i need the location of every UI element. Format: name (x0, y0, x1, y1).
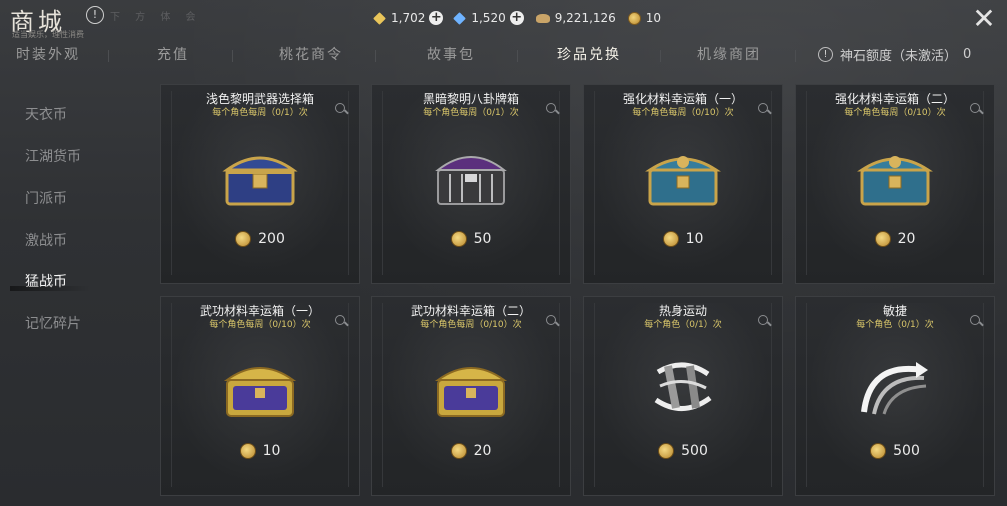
currency-bar: 1,702 + 1,520 + 9,221,126 10 (373, 9, 673, 27)
item-price: 200 (161, 231, 359, 247)
active-indicator (10, 286, 90, 291)
sidebar-item-jianghu-currency[interactable]: 江湖货币 (25, 146, 81, 166)
gold-coin-icon (239, 443, 256, 459)
price-value: 50 (473, 231, 492, 247)
shop-item-card[interactable]: 强化材料幸运箱（二） 每个角色每周（0/10）次 20 (795, 84, 995, 284)
shop-item-card[interactable]: 强化材料幸运箱（一） 每个角色每周（0/10）次 10 (583, 84, 783, 284)
quota-label: 神石额度（未激活） (840, 49, 958, 64)
blue-gold-chest-icon (222, 156, 298, 206)
currency-value: 10 (645, 11, 662, 25)
purple-gold-chest-icon (434, 367, 508, 417)
gold-coin-icon (658, 443, 675, 459)
search-icon[interactable] (758, 315, 770, 327)
price-value: 200 (258, 231, 285, 247)
item-purchase-limit: 每个角色每周（0/1）次 (212, 108, 308, 118)
item-purchase-limit: 每个角色每周（0/1）次 (423, 108, 519, 118)
close-icon[interactable]: ✕ (972, 5, 996, 33)
page-subtitle: 适当娱乐，理性消费 (12, 30, 84, 39)
sidebar-item-battle-coin[interactable]: 激战币 (25, 230, 67, 250)
sidebar-item-tianyi-coin[interactable]: 天衣币 (25, 104, 67, 124)
item-purchase-limit: 每个角色（0/1）次 (856, 320, 934, 330)
price-value: 500 (681, 443, 708, 459)
search-icon[interactable] (970, 103, 982, 115)
price-value: 500 (893, 443, 920, 459)
info-icon[interactable]: ! (86, 6, 104, 24)
currency-silver: 9,221,126 (535, 11, 616, 25)
item-price: 10 (161, 443, 359, 459)
gold-coin-icon (450, 443, 467, 459)
tab-peach-blossom[interactable]: 桃花商令 (279, 44, 343, 64)
tab-treasure-exchange[interactable]: 珍品兑换 (557, 44, 621, 64)
item-purchase-limit: 每个角色每周（0/10）次 (420, 320, 522, 330)
currency-value: 9,221,126 (554, 11, 616, 25)
blue-diamond-icon (453, 11, 467, 25)
item-purchase-limit: 每个角色每周（0/10）次 (844, 108, 946, 118)
shop-item-card[interactable]: 热身运动 每个角色（0/1）次 500 (583, 296, 783, 496)
teal-chest-icon (645, 156, 721, 206)
tab-divider (660, 50, 661, 62)
item-price: 10 (584, 231, 782, 247)
price-value: 20 (473, 443, 492, 459)
faded-header-text: 下 方 体 会 (110, 12, 202, 23)
gold-diamond-icon (373, 11, 386, 25)
price-value: 10 (685, 231, 704, 247)
tab-divider (232, 50, 233, 62)
item-price: 50 (372, 231, 570, 247)
info-icon[interactable]: ! (818, 47, 833, 62)
currency-gold-diamond: 1,702 + (373, 11, 444, 25)
sidebar-item-sect-coin[interactable]: 门派币 (25, 188, 67, 208)
tab-story-pack[interactable]: 故事包 (427, 44, 475, 64)
tab-divider (375, 50, 376, 62)
purple-gold-chest-icon (223, 367, 297, 417)
item-price: 500 (796, 443, 994, 459)
price-value: 20 (897, 231, 916, 247)
header: 商城 适当娱乐，理性消费 ! 下 方 体 会 1,702 + 1,520 + 9… (0, 0, 1007, 40)
item-price: 20 (372, 443, 570, 459)
item-price: 20 (796, 231, 994, 247)
tab-divider (108, 50, 109, 62)
gold-coin-icon (235, 231, 252, 247)
item-purchase-limit: 每个角色（0/1）次 (644, 320, 722, 330)
tab-recharge[interactable]: 充值 (157, 44, 189, 64)
tab-fortune-merchant[interactable]: 机缘商团 (697, 44, 761, 64)
gold-coin-icon (627, 11, 641, 25)
item-purchase-limit: 每个角色每周（0/10）次 (209, 320, 311, 330)
shop-item-card[interactable]: 黑暗黎明八卦牌箱 每个角色每周（0/1）次 50 (371, 84, 571, 284)
god-stone-quota[interactable]: ! 神石额度（未激活） 0 (818, 45, 971, 64)
search-icon[interactable] (546, 315, 558, 327)
search-icon[interactable] (758, 103, 770, 115)
search-icon[interactable] (335, 315, 347, 327)
search-icon[interactable] (970, 315, 982, 327)
quota-value: 0 (963, 47, 972, 62)
shop-item-card[interactable]: 武功材料幸运箱（一） 每个角色每周（0/10）次 10 (160, 296, 360, 496)
gold-coin-icon (874, 231, 891, 247)
currency-blue-diamond: 1,520 + (453, 11, 524, 25)
silver-ingot-icon (535, 13, 550, 23)
price-value: 10 (262, 443, 281, 459)
currency-value: 1,702 (391, 11, 426, 25)
tab-divider (795, 50, 796, 62)
add-blue-diamond-button[interactable]: + (509, 11, 524, 25)
sidebar-item-memory-fragment[interactable]: 记忆碎片 (25, 313, 81, 333)
tab-divider (517, 50, 518, 62)
warmup-skill-icon (654, 362, 712, 411)
currency-value: 1,520 (471, 11, 506, 25)
gold-coin-icon (870, 443, 887, 459)
tab-fashion[interactable]: 时装外观 (16, 44, 80, 64)
teal-chest-icon (857, 156, 933, 206)
gold-coin-icon (450, 231, 467, 247)
dark-purple-chest-icon (435, 156, 507, 205)
shop-item-card[interactable]: 武功材料幸运箱（二） 每个角色每周（0/10）次 20 (371, 296, 571, 496)
add-gold-diamond-button[interactable]: + (429, 11, 444, 25)
item-purchase-limit: 每个角色每周（0/10）次 (632, 108, 734, 118)
shop-item-card[interactable]: 敏捷 每个角色（0/1）次 500 (795, 296, 995, 496)
item-price: 500 (584, 443, 782, 459)
gold-coin-icon (662, 231, 679, 247)
currency-coin: 10 (627, 11, 662, 25)
shop-item-card[interactable]: 浅色黎明武器选择箱 每个角色每周（0/1）次 200 (160, 84, 360, 284)
search-icon[interactable] (546, 103, 558, 115)
agility-skill-icon (861, 362, 928, 415)
search-icon[interactable] (335, 103, 347, 115)
